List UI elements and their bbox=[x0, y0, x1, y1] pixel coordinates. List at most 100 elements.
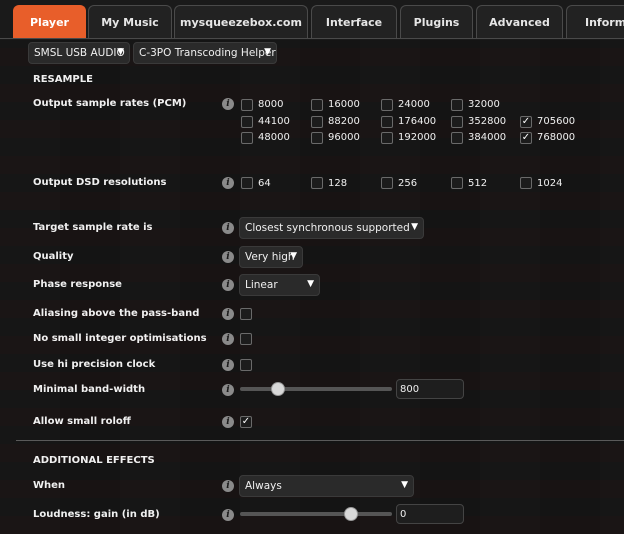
rate-label: 352800 bbox=[468, 116, 507, 127]
output-sample-rates-label: Output sample rates (PCM) bbox=[33, 98, 187, 109]
loudness-slider-track[interactable] bbox=[240, 512, 392, 516]
rate-checkbox-384000[interactable] bbox=[451, 132, 463, 144]
info-icon[interactable]: i bbox=[222, 509, 234, 521]
rate-checkbox-705600[interactable]: ✓ bbox=[520, 116, 532, 128]
rate-label: 48000 bbox=[258, 132, 290, 143]
bandwidth-slider-track[interactable] bbox=[240, 387, 392, 391]
rate-label: 96000 bbox=[328, 132, 360, 143]
dsd-label: 512 bbox=[468, 178, 488, 189]
tab-plugins[interactable]: Plugins bbox=[400, 5, 473, 39]
dsd-label: 1024 bbox=[537, 178, 563, 189]
chevron-down-icon: ▼ bbox=[411, 222, 418, 232]
rate-label: 16000 bbox=[328, 99, 360, 110]
tab-information[interactable]: Informa bbox=[566, 5, 624, 39]
rate-label: 176400 bbox=[398, 116, 437, 127]
rate-checkbox-768000[interactable]: ✓ bbox=[520, 132, 532, 144]
chevron-down-icon: ▼ bbox=[290, 251, 297, 261]
rate-label: 768000 bbox=[537, 132, 576, 143]
chevron-down-icon: ▼ bbox=[117, 47, 124, 57]
rate-label: 192000 bbox=[398, 132, 437, 143]
hi-precision-clock-checkbox[interactable] bbox=[240, 359, 252, 371]
rate-checkbox-96000[interactable] bbox=[311, 132, 323, 144]
tab-my-music[interactable]: My Music bbox=[88, 5, 172, 39]
info-icon[interactable]: i bbox=[222, 480, 234, 492]
checkmark-icon: ✓ bbox=[241, 416, 251, 427]
info-icon[interactable]: i bbox=[222, 416, 234, 428]
player-select[interactable]: SMSL USB AUDIO ▼ bbox=[28, 42, 130, 64]
rate-label: 384000 bbox=[468, 132, 507, 143]
aliasing-checkbox[interactable] bbox=[240, 308, 252, 320]
aliasing-label: Aliasing above the pass-band bbox=[33, 308, 200, 319]
allow-small-roloff-label: Allow small roloff bbox=[33, 416, 131, 427]
rate-checkbox-88200[interactable] bbox=[311, 116, 323, 128]
bandwidth-slider-thumb[interactable] bbox=[271, 382, 285, 396]
rate-label: 44100 bbox=[258, 116, 290, 127]
info-icon[interactable]: i bbox=[222, 384, 234, 396]
target-sample-rate-value: Closest synchronous supported bbox=[245, 222, 410, 234]
plugin-select[interactable]: C-3PO Transcoding Helper ▼ bbox=[133, 42, 277, 64]
rate-label: 705600 bbox=[537, 116, 576, 127]
resample-section-title: RESAMPLE bbox=[33, 74, 93, 85]
rate-label: 24000 bbox=[398, 99, 430, 110]
rate-label: 88200 bbox=[328, 116, 360, 127]
info-icon[interactable]: i bbox=[222, 251, 234, 263]
loudness-gain-label: Loudness: gain (in dB) bbox=[33, 509, 160, 520]
when-select[interactable]: Always ▼ bbox=[239, 475, 414, 497]
section-divider bbox=[16, 440, 624, 441]
output-dsd-label: Output DSD resolutions bbox=[33, 177, 167, 188]
chevron-down-icon: ▼ bbox=[264, 47, 271, 57]
info-icon[interactable]: i bbox=[222, 222, 234, 234]
tab-advanced[interactable]: Advanced bbox=[476, 5, 563, 39]
quality-select[interactable]: Very high ▼ bbox=[239, 246, 303, 268]
rate-checkbox-24000[interactable] bbox=[381, 99, 393, 111]
info-icon[interactable]: i bbox=[222, 359, 234, 371]
when-value: Always bbox=[245, 480, 282, 492]
rate-label: 8000 bbox=[258, 99, 284, 110]
chevron-down-icon: ▼ bbox=[307, 279, 314, 289]
dsd-checkbox-1024[interactable] bbox=[520, 177, 532, 189]
rate-label: 32000 bbox=[468, 99, 500, 110]
rate-checkbox-16000[interactable] bbox=[311, 99, 323, 111]
dsd-label: 64 bbox=[258, 178, 271, 189]
rate-checkbox-176400[interactable] bbox=[381, 116, 393, 128]
dsd-label: 128 bbox=[328, 178, 348, 189]
info-icon[interactable]: i bbox=[222, 308, 234, 320]
rate-checkbox-8000[interactable] bbox=[241, 99, 253, 111]
loudness-input[interactable]: 0 bbox=[396, 504, 464, 524]
rate-checkbox-192000[interactable] bbox=[381, 132, 393, 144]
bandwidth-value: 800 bbox=[400, 383, 420, 395]
tab-bar: Player My Music mysqueezebox.com Interfa… bbox=[0, 0, 624, 40]
tab-interface[interactable]: Interface bbox=[311, 5, 397, 39]
rate-checkbox-44100[interactable] bbox=[241, 116, 253, 128]
bandwidth-input[interactable]: 800 bbox=[396, 379, 464, 399]
info-icon[interactable]: i bbox=[222, 98, 234, 110]
no-small-integer-label: No small integer optimisations bbox=[33, 333, 207, 344]
dsd-checkbox-128[interactable] bbox=[311, 177, 323, 189]
rate-checkbox-32000[interactable] bbox=[451, 99, 463, 111]
dsd-label: 256 bbox=[398, 178, 418, 189]
info-icon[interactable]: i bbox=[222, 279, 234, 291]
quality-value: Very high bbox=[245, 251, 295, 263]
quality-label: Quality bbox=[33, 251, 74, 262]
phase-response-value: Linear bbox=[245, 279, 278, 291]
checkmark-icon: ✓ bbox=[521, 116, 531, 127]
no-small-integer-checkbox[interactable] bbox=[240, 333, 252, 345]
dsd-checkbox-512[interactable] bbox=[451, 177, 463, 189]
hi-precision-clock-label: Use hi precision clock bbox=[33, 359, 156, 370]
loudness-slider-thumb[interactable] bbox=[343, 507, 358, 521]
phase-response-label: Phase response bbox=[33, 279, 122, 290]
rate-checkbox-352800[interactable] bbox=[451, 116, 463, 128]
additional-effects-title: ADDITIONAL EFFECTS bbox=[33, 455, 155, 466]
tab-player[interactable]: Player bbox=[13, 5, 86, 39]
dsd-checkbox-64[interactable] bbox=[241, 177, 253, 189]
info-icon[interactable]: i bbox=[222, 333, 234, 345]
phase-response-select[interactable]: Linear ▼ bbox=[239, 274, 320, 296]
target-sample-rate-label: Target sample rate is bbox=[33, 222, 153, 233]
tab-mysqueezebox[interactable]: mysqueezebox.com bbox=[174, 5, 308, 39]
dsd-checkbox-256[interactable] bbox=[381, 177, 393, 189]
when-label: When bbox=[33, 480, 66, 491]
rate-checkbox-48000[interactable] bbox=[241, 132, 253, 144]
allow-small-roloff-checkbox[interactable]: ✓ bbox=[240, 416, 252, 428]
info-icon[interactable]: i bbox=[222, 177, 234, 189]
target-sample-rate-select[interactable]: Closest synchronous supported ▼ bbox=[239, 217, 424, 239]
